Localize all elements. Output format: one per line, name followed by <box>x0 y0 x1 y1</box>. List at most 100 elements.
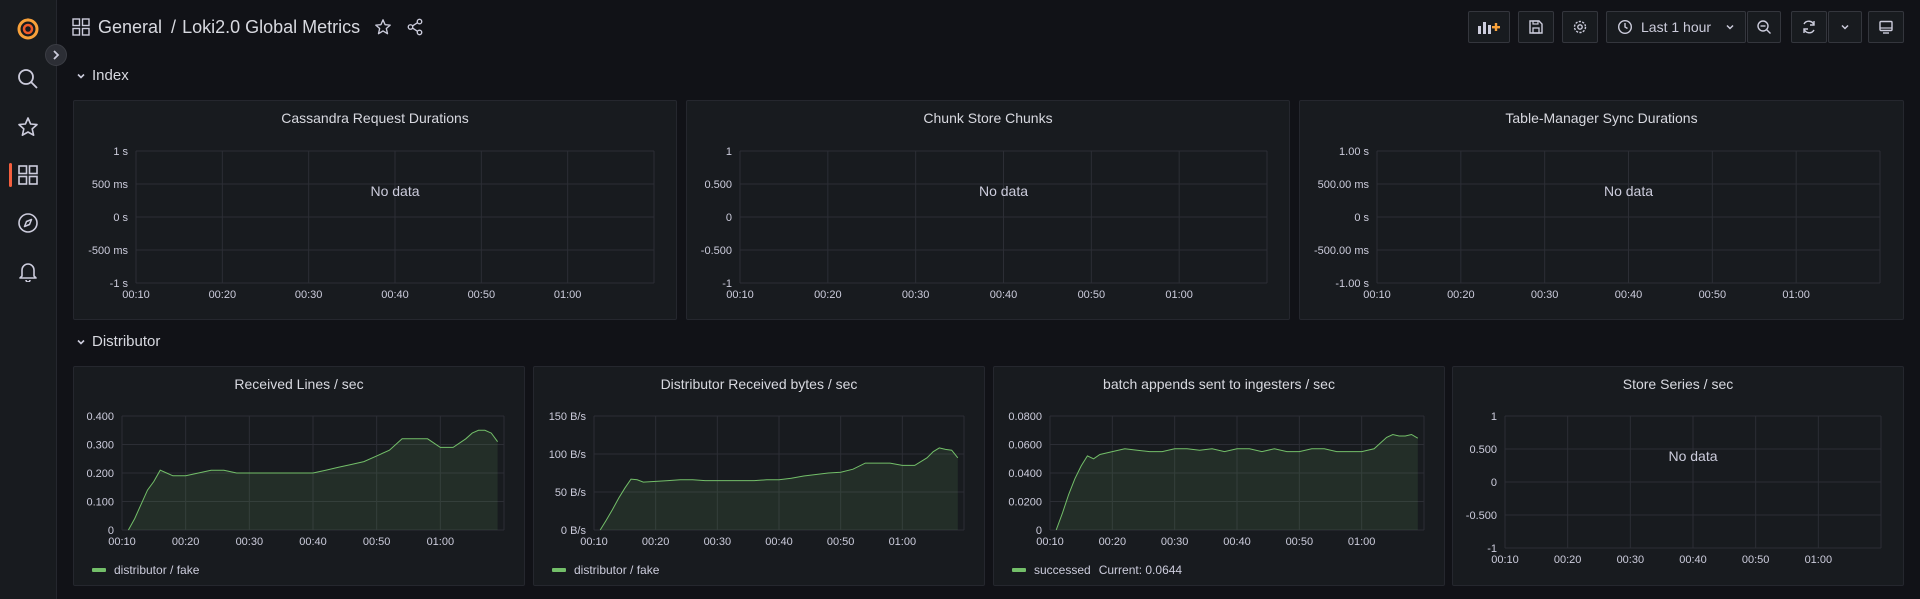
x-tick-label: 01:00 <box>427 536 455 548</box>
alerting-icon[interactable] <box>16 259 40 283</box>
panel-chunk-store-chunks[interactable]: Chunk Store Chunks 1 0.500 0 -0.500 -1 00:10 0… <box>686 100 1290 320</box>
x-tick-label: 00:20 <box>1099 536 1127 548</box>
add-panel-button[interactable] <box>1468 11 1510 43</box>
x-tick-label: 00:40 <box>1679 554 1707 566</box>
x-tick-label: 01:00 <box>1782 289 1810 301</box>
chart-plot: 1.00 s500.00 ms0 s-500.00 ms-1.00 s00:10… <box>1314 146 1881 301</box>
x-tick-label: 00:50 <box>1286 536 1314 548</box>
breadcrumb-separator: / <box>171 16 177 37</box>
row-distributor[interactable]: Distributor <box>76 333 160 350</box>
x-tick-label: 00:20 <box>814 289 842 301</box>
x-tick-label: 00:30 <box>1161 536 1189 548</box>
chevron-down-icon <box>77 73 85 79</box>
y-tick-label: 150 B/s <box>549 411 587 423</box>
x-tick-label: 00:10 <box>1036 536 1064 548</box>
no-data-label: No data <box>979 183 1028 199</box>
gear-icon <box>1573 20 1587 34</box>
y-tick-label: 1.00 s <box>1339 146 1369 158</box>
row-index[interactable]: Index <box>76 67 129 84</box>
x-tick-label: 00:20 <box>1447 289 1475 301</box>
y-tick-label: 0.0600 <box>1008 440 1042 452</box>
y-tick-label: 500 ms <box>92 179 129 191</box>
x-tick-label: 00:30 <box>1617 554 1645 566</box>
no-data-label: No data <box>1604 183 1653 199</box>
explore-icon[interactable] <box>16 211 40 235</box>
y-tick-label: 0.0400 <box>1008 468 1042 480</box>
chevron-down-icon <box>77 339 85 345</box>
y-tick-label: 0.300 <box>86 440 114 452</box>
panel-table-manager-sync-durations[interactable]: Table-Manager Sync Durations 1.00 s 500.0… <box>1299 100 1904 320</box>
dashboard-settings-button[interactable] <box>1562 11 1598 43</box>
y-tick-label: 0 s <box>113 212 128 224</box>
sidebar <box>0 0 57 599</box>
zoom-out-icon <box>1757 20 1771 34</box>
row-title: Distributor <box>92 333 161 350</box>
y-tick-label: 1 <box>1491 411 1497 423</box>
y-tick-label: 0 s <box>1354 212 1369 224</box>
grafana-logo-icon[interactable] <box>16 17 40 41</box>
active-indicator <box>9 163 12 187</box>
tv-mode-button[interactable] <box>1868 11 1904 43</box>
x-tick-label: 00:30 <box>295 289 323 301</box>
x-tick-label: 00:50 <box>468 289 496 301</box>
no-data-label: No data <box>370 183 419 199</box>
panel-store-series[interactable]: Store Series / sec 1 0.500 0 -0.500 -1 00:10 0… <box>1452 366 1904 586</box>
clock-icon <box>1617 19 1633 35</box>
breadcrumb: General / Loki2.0 Global Metrics <box>72 14 424 40</box>
starred-icon[interactable] <box>16 115 40 139</box>
refresh-interval-dropdown[interactable] <box>1828 11 1862 43</box>
panel-distributor-received-bytes[interactable]: Distributor Received bytes / sec distrib… <box>533 366 985 586</box>
y-tick-label: 0.0200 <box>1008 497 1042 509</box>
x-tick-label: 00:30 <box>236 536 264 548</box>
time-range-picker[interactable]: Last 1 hour <box>1606 11 1746 43</box>
y-tick-label: 0.200 <box>86 468 114 480</box>
y-tick-label: -500.00 ms <box>1314 245 1370 257</box>
y-tick-label: 0.0800 <box>1008 411 1042 423</box>
y-tick-label: 0 <box>726 212 732 224</box>
y-tick-label: -500 ms <box>88 245 128 257</box>
refresh-button[interactable] <box>1791 11 1827 43</box>
x-tick-label: 00:30 <box>1531 289 1559 301</box>
star-icon[interactable] <box>374 18 392 36</box>
x-tick-label: 00:20 <box>1554 554 1582 566</box>
share-icon[interactable] <box>406 18 424 36</box>
x-tick-label: 00:40 <box>765 536 793 548</box>
panel-received-lines[interactable]: Received Lines / sec distributor / fake … <box>73 366 525 586</box>
y-tick-label: 1 s <box>113 146 128 158</box>
time-range-label: Last 1 hour <box>1641 19 1712 35</box>
x-tick-label: 00:40 <box>990 289 1018 301</box>
dashboard-grid-icon <box>72 18 90 36</box>
x-tick-label: 00:50 <box>1742 554 1770 566</box>
x-tick-label: 00:40 <box>299 536 327 548</box>
search-icon[interactable] <box>16 67 40 91</box>
zoom-out-button[interactable] <box>1747 11 1781 43</box>
chart-plot: 10.5000-0.500-100:10 00:20 00:30 00:40 00:50… <box>1466 411 1882 566</box>
save-dashboard-button[interactable] <box>1518 11 1554 43</box>
chart-plot: 1 s500 ms0 s-500 ms-1 s00:10 00:20 00:30 00… <box>88 146 655 301</box>
refresh-icon <box>1803 20 1815 34</box>
x-tick-label: 01:00 <box>1348 536 1376 548</box>
x-tick-label: 01:00 <box>1165 289 1193 301</box>
panel-cassandra-request-durations[interactable]: Cassandra Request Durations 1 s 500 ms 0 s… <box>73 100 677 320</box>
y-tick-label: 0 <box>1491 477 1497 489</box>
chevron-down-icon <box>1841 24 1849 30</box>
x-tick-label: 00:50 <box>1078 289 1106 301</box>
x-tick-label: 01:00 <box>554 289 582 301</box>
y-tick-label: -0.500 <box>1466 510 1497 522</box>
chart-plot: 0.4000.3000.2000.100000:10 00:20 00:30 00:4… <box>86 411 505 548</box>
dashboard-title[interactable]: Loki2.0 Global Metrics <box>182 17 360 38</box>
x-tick-label: 00:20 <box>172 536 200 548</box>
folder-link[interactable]: General <box>98 17 162 38</box>
expand-sidebar-button[interactable] <box>45 44 67 66</box>
y-tick-label: -0.500 <box>701 245 732 257</box>
x-tick-label: 00:50 <box>827 536 855 548</box>
x-tick-label: 00:10 <box>122 289 150 301</box>
y-tick-label: 0.400 <box>86 411 114 423</box>
panel-batch-appends[interactable]: batch appends sent to ingesters / sec su… <box>993 366 1445 586</box>
no-data-label: No data <box>1668 448 1717 464</box>
dashboards-icon[interactable] <box>16 163 40 187</box>
x-tick-label: 00:10 <box>1491 554 1519 566</box>
x-tick-label: 00:10 <box>580 536 608 548</box>
x-tick-label: 01:00 <box>1805 554 1833 566</box>
chart-plot: 0.08000.06000.04000.0200000:10 00:20 00:30… <box>1008 411 1425 548</box>
